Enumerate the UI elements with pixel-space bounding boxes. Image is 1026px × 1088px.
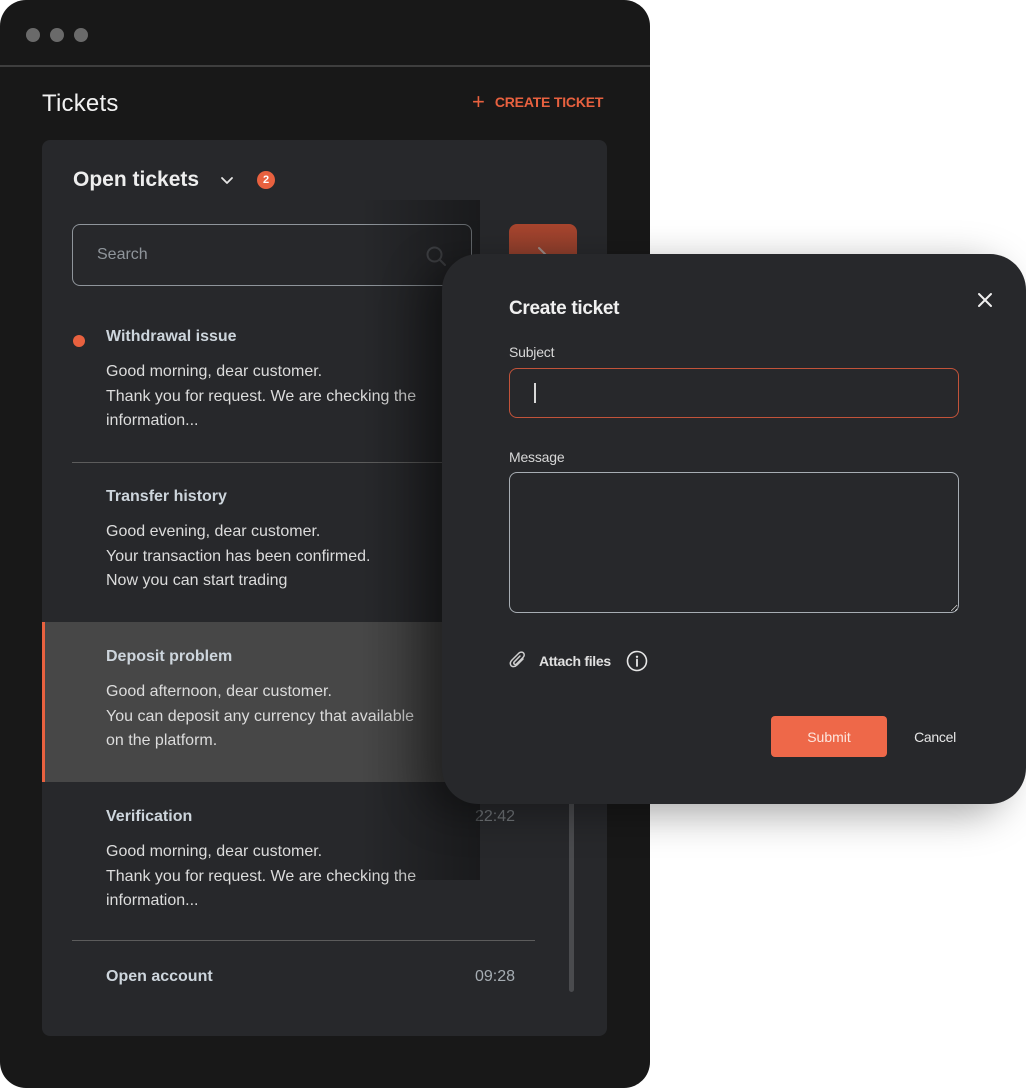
search-input[interactable] [97,246,397,264]
window-control-dot[interactable] [26,28,40,42]
message-textarea[interactable] [509,472,959,613]
ticket-time: 22:42 [474,808,515,825]
ticket-preview: Good morning, dear customer. Thank you f… [106,843,417,909]
paperclip-icon[interactable] [509,651,527,671]
window-titlebar [0,0,650,67]
search-field[interactable] [72,224,472,286]
panel-title: Open tickets [73,168,200,191]
search-icon[interactable] [425,245,447,267]
info-icon[interactable] [626,650,648,672]
subject-label: Subject [509,344,555,360]
ticket-title: Verification [106,808,193,825]
unread-indicator [73,335,85,347]
attach-files-row: Attach files [509,649,648,673]
panel-header: Open tickets 2 [73,168,276,192]
dialog-title: Create ticket [509,298,620,319]
ticket-item[interactable]: Verification 22:42 Good morning, dear cu… [42,808,607,938]
chevron-down-icon[interactable] [219,172,235,188]
divider [72,940,535,941]
page-title: Tickets [42,90,119,117]
text-caret [534,383,536,403]
create-ticket-label: CREATE TICKET [494,94,604,110]
message-label: Message [509,449,565,465]
attach-files-link[interactable]: Attach files [539,653,611,669]
ticket-time: 09:28 [474,968,515,985]
create-ticket-dialog: Create ticket Subject Message Attach fil… [442,254,1026,804]
cancel-button[interactable]: Cancel [904,716,966,757]
open-tickets-count-badge: 2 [257,171,276,189]
subject-input[interactable] [509,368,959,418]
create-ticket-button[interactable]: + CREATE TICKET [472,90,603,114]
ticket-item[interactable]: Open account 09:28 [42,968,607,1008]
close-icon[interactable] [975,290,995,310]
plus-icon: + [472,89,485,114]
window-control-dot[interactable] [74,28,88,42]
window-control-dot[interactable] [50,28,64,42]
ticket-title: Open account [106,968,213,985]
submit-button[interactable]: Submit [771,716,887,757]
